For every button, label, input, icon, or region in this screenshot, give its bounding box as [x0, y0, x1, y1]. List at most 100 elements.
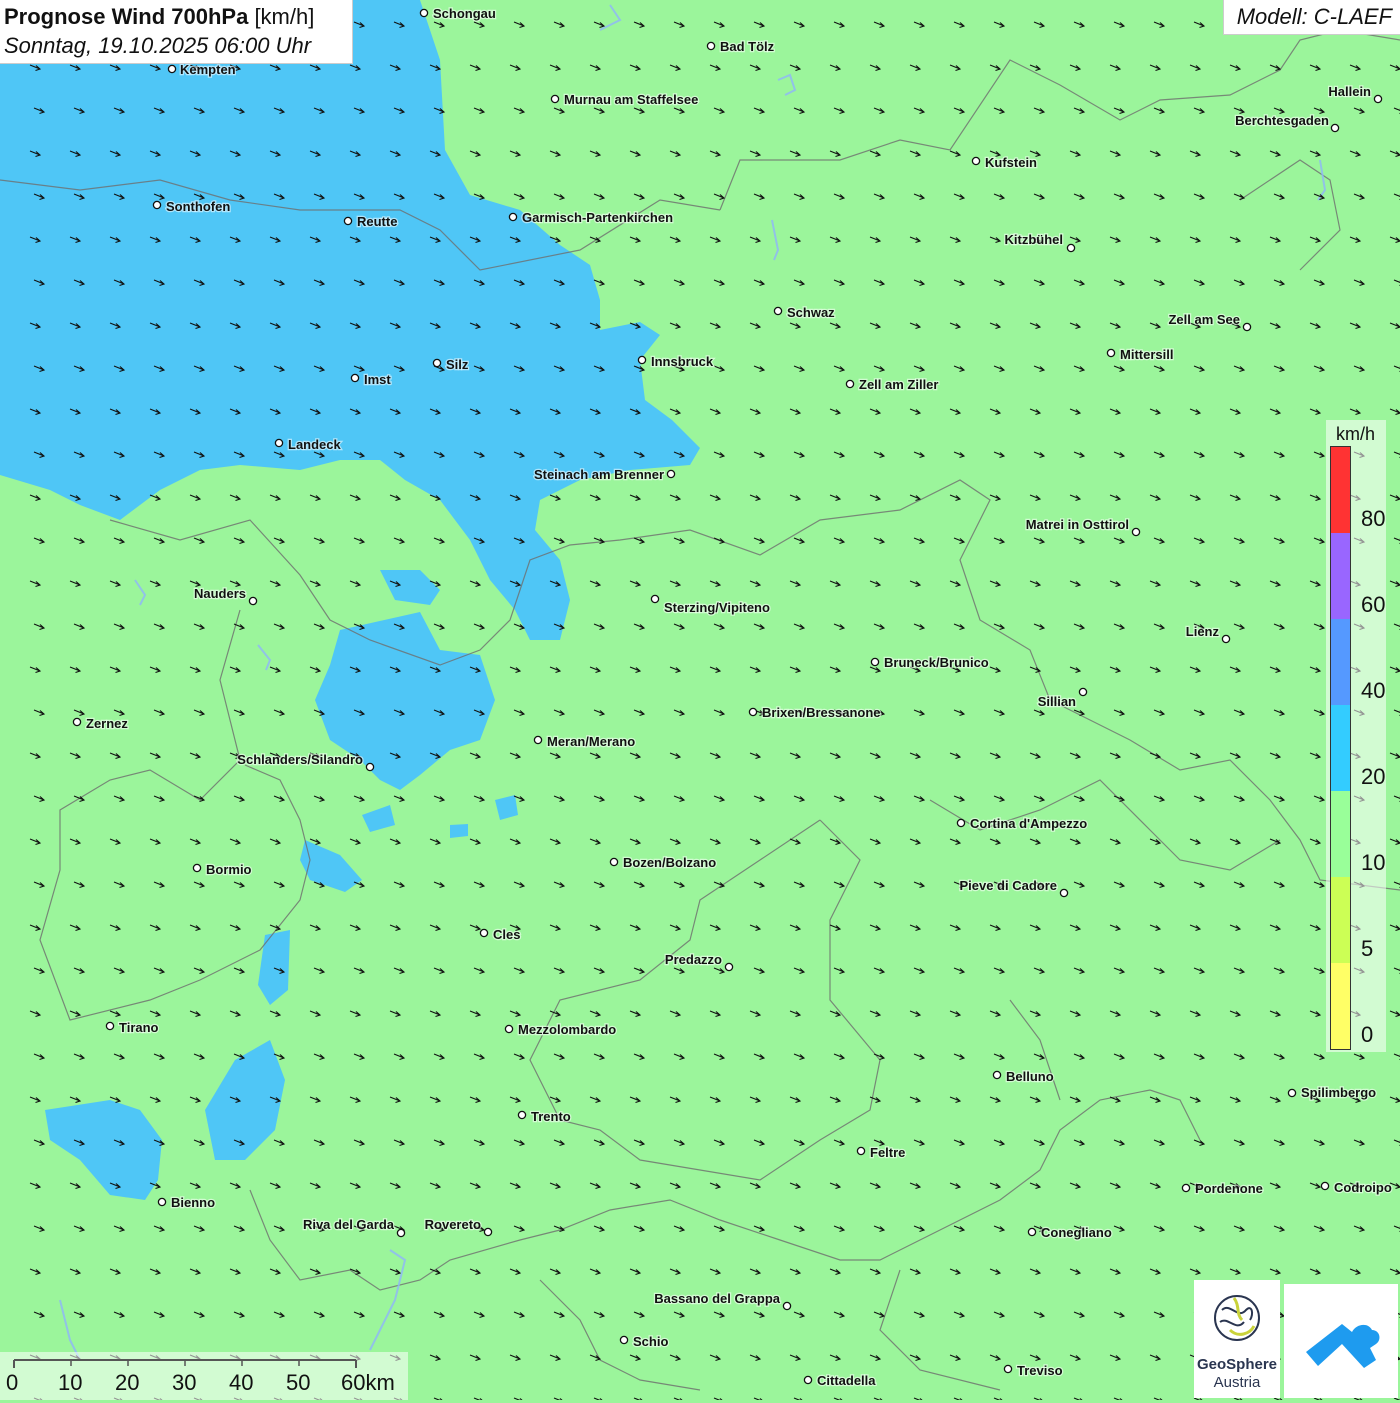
city-label: Matrei in Osttirol — [1026, 517, 1129, 532]
city-label: Zernez — [86, 716, 128, 731]
city-label: Innsbruck — [651, 354, 714, 369]
mountain-cloud-icon — [1306, 1324, 1380, 1368]
city-marker — [105, 1021, 115, 1031]
geosphere-swirl-icon — [1214, 1295, 1260, 1341]
geosphere-name: GeoSphere — [1196, 1356, 1278, 1373]
city-label: Bad Tölz — [720, 39, 775, 54]
city-marker — [609, 857, 619, 867]
city-label: Schio — [633, 1334, 668, 1349]
city-marker — [350, 373, 360, 383]
legend-color-segment — [1331, 619, 1350, 705]
city-marker — [1003, 1364, 1013, 1374]
city-label: Silz — [446, 357, 469, 372]
legend-color-segment — [1331, 963, 1350, 1049]
city-marker — [1181, 1183, 1191, 1193]
city-label: Bozen/Bolzano — [623, 855, 716, 870]
city-label: Reutte — [357, 214, 397, 229]
model-box: Modell: C-LAEF — [1223, 0, 1400, 35]
city-label: Mezzolombardo — [518, 1022, 616, 1037]
city-marker — [1078, 687, 1088, 697]
city-marker — [167, 64, 177, 74]
city-marker — [1106, 348, 1116, 358]
city-marker — [1242, 322, 1252, 332]
city-label: Cortina d'Ampezzo — [970, 816, 1087, 831]
city-marker — [666, 469, 676, 479]
city-label: Sonthofen — [166, 199, 230, 214]
legend-tick-label: 40 — [1361, 678, 1386, 703]
city-marker — [1131, 527, 1141, 537]
city-marker — [157, 1197, 167, 1207]
city-label: Sillian — [1038, 694, 1076, 709]
city-label: Treviso — [1017, 1363, 1063, 1378]
city-label: Bruneck/Brunico — [884, 655, 989, 670]
city-marker — [992, 1070, 1002, 1080]
city-label: Sterzing/Vipiteno — [664, 600, 770, 615]
city-label: Kufstein — [985, 155, 1037, 170]
city-marker — [637, 355, 647, 365]
city-label: Bienno — [171, 1195, 215, 1210]
legend-color-segment — [1331, 705, 1350, 791]
city-label: Codroipo — [1334, 1180, 1392, 1195]
city-marker — [550, 94, 560, 104]
city-marker — [533, 735, 543, 745]
city-marker — [1221, 634, 1231, 644]
city-marker — [248, 596, 258, 606]
city-marker — [1330, 123, 1340, 133]
legend-tick-label: 5 — [1361, 936, 1374, 961]
city-marker — [274, 438, 284, 448]
geosphere-logo[interactable]: GeoSphere Austria — [1194, 1280, 1280, 1398]
city-marker — [748, 707, 758, 717]
city-label: Pieve di Cadore — [959, 878, 1057, 893]
legend-tick-label: 20 — [1361, 764, 1386, 789]
city-label: Meran/Merano — [547, 734, 635, 749]
city-label: Bassano del Grappa — [654, 1291, 780, 1306]
legend-color-segment — [1331, 877, 1350, 963]
city-marker — [432, 358, 442, 368]
legend-unit: km/h — [1336, 424, 1376, 444]
city-marker — [483, 1227, 493, 1237]
city-label: Belluno — [1006, 1069, 1054, 1084]
city-marker — [343, 216, 353, 226]
city-marker — [956, 818, 966, 828]
city-marker — [1066, 243, 1076, 253]
city-label: Murnau am Staffelsee — [564, 92, 698, 107]
city-marker — [803, 1375, 813, 1385]
color-legend: km/h 80 60 40 20 10 5 0 — [1326, 420, 1386, 1052]
city-marker — [650, 594, 660, 604]
wind-map[interactable]: Schongau Kempten Bad Tölz Murnau am Staffel… — [0, 0, 1400, 1400]
city-marker — [1027, 1227, 1037, 1237]
legend-color-segment — [1331, 791, 1350, 877]
city-marker — [856, 1146, 866, 1156]
city-marker — [517, 1110, 527, 1120]
city-marker — [782, 1301, 792, 1311]
city-marker — [479, 928, 489, 938]
city-label: Garmisch-Partenkirchen — [522, 210, 673, 225]
city-marker — [1320, 1181, 1330, 1191]
city-label: Conegliano — [1041, 1225, 1112, 1240]
legend-tick-label: 10 — [1361, 850, 1386, 875]
forecast-datetime: Sonntag, 19.10.2025 06:00 Uhr — [4, 33, 312, 58]
scale-label: 40 — [229, 1370, 254, 1395]
city-label: Mittersill — [1120, 347, 1173, 362]
city-label: Kempten — [180, 62, 236, 77]
title-unit: [km/h] — [254, 4, 315, 29]
city-label: Feltre — [870, 1145, 905, 1160]
city-label: Imst — [364, 372, 391, 387]
geosphere-country: Austria — [1213, 1374, 1261, 1391]
city-label: Berchtesgaden — [1235, 113, 1329, 128]
scale-label: 60km — [341, 1370, 395, 1395]
city-label: Kitzbühel — [1005, 232, 1064, 247]
legend-tick-label: 0 — [1361, 1022, 1374, 1047]
city-marker — [192, 863, 202, 873]
city-label: Pordenone — [1195, 1181, 1263, 1196]
city-marker — [72, 717, 82, 727]
city-label: Bormio — [206, 862, 252, 877]
city-label: Cittadella — [817, 1373, 876, 1388]
city-label: Zell am Ziller — [859, 377, 938, 392]
city-label: Landeck — [288, 437, 342, 452]
app-logo[interactable] — [1284, 1284, 1398, 1398]
city-label: Riva del Garda — [303, 1217, 395, 1232]
model-label: Modell: C-LAEF — [1236, 4, 1392, 29]
legend-tick-label: 80 — [1361, 506, 1386, 531]
city-label: Cles — [493, 927, 520, 942]
